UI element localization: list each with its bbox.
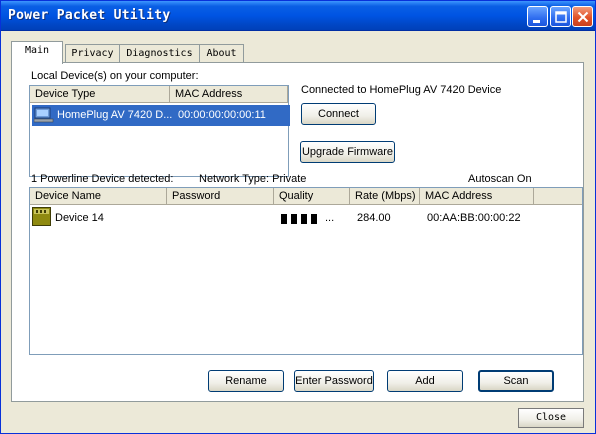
local-devices-list[interactable]: Device Type MAC Address HomePlug AV 7420… — [29, 85, 290, 177]
quality-more: ... — [325, 212, 335, 224]
local-device-row[interactable]: HomePlug AV 7420 D... 00:00:00:00:00:11 — [32, 105, 290, 126]
rename-button[interactable]: Rename — [208, 370, 284, 392]
column-device-type[interactable]: Device Type — [30, 86, 170, 103]
network-type-label: Network Type: Private — [199, 173, 307, 185]
devices-detected-label: 1 Powerline Device detected: — [31, 173, 174, 185]
maximize-button[interactable] — [550, 6, 571, 27]
local-devices-header: Device Type MAC Address — [30, 86, 288, 103]
column-rate[interactable]: Rate (Mbps) — [350, 188, 420, 205]
main-tab-panel: Local Device(s) on your computer: Device… — [11, 62, 584, 402]
powerline-devices-list[interactable]: Device Name Password Quality Rate (Mbps)… — [29, 187, 583, 355]
powerline-device-row[interactable]: Device 14 ... 284.00 00:AA:BB:00:00:22 — [32, 207, 580, 229]
local-device-mac: 00:00:00:00:00:11 — [178, 109, 266, 121]
connect-button[interactable]: Connect — [301, 103, 376, 125]
signal-bar — [301, 214, 307, 224]
minimize-icon — [533, 20, 540, 23]
column-remote-mac[interactable]: MAC Address — [420, 188, 534, 205]
app-window: Power Packet Utility Main Privacy Diagno… — [0, 0, 596, 434]
close-button[interactable]: Close — [518, 408, 584, 428]
tab-diagnostics[interactable]: Diagnostics — [119, 44, 200, 63]
tab-main[interactable]: Main — [11, 41, 63, 64]
autoscan-label: Autoscan On — [468, 173, 532, 185]
add-button[interactable]: Add — [387, 370, 463, 392]
scan-button[interactable]: Scan — [478, 370, 554, 392]
minimize-button[interactable] — [527, 6, 548, 27]
column-mac-address[interactable]: MAC Address — [170, 86, 288, 103]
powerline-devices-header: Device Name Password Quality Rate (Mbps)… — [30, 188, 582, 205]
powerline-device-rate: 284.00 — [357, 212, 391, 224]
upgrade-firmware-button[interactable]: Upgrade Firmware — [300, 141, 395, 163]
window-title: Power Packet Utility — [8, 8, 171, 23]
enter-password-button[interactable]: Enter Password — [294, 370, 374, 392]
powerline-device-mac: 00:AA:BB:00:00:22 — [427, 212, 521, 224]
local-devices-heading: Local Device(s) on your computer: — [31, 70, 199, 82]
tab-privacy[interactable]: Privacy — [65, 44, 120, 63]
connection-status: Connected to HomePlug AV 7420 Device — [301, 84, 502, 96]
powerline-adapter-icon — [32, 207, 51, 226]
column-quality[interactable]: Quality — [274, 188, 350, 205]
tab-about[interactable]: About — [199, 44, 244, 63]
signal-bar — [281, 214, 287, 224]
computer-icon — [34, 107, 54, 123]
signal-bar — [311, 214, 317, 224]
local-device-type: HomePlug AV 7420 D... — [57, 109, 173, 121]
close-window-button[interactable] — [572, 6, 593, 27]
maximize-icon — [555, 11, 567, 23]
column-password[interactable]: Password — [167, 188, 274, 205]
signal-bar — [291, 214, 297, 224]
powerline-device-name: Device 14 — [55, 212, 104, 224]
close-icon — [577, 11, 589, 23]
title-bar[interactable]: Power Packet Utility — [1, 1, 595, 31]
column-device-name[interactable]: Device Name — [30, 188, 167, 205]
